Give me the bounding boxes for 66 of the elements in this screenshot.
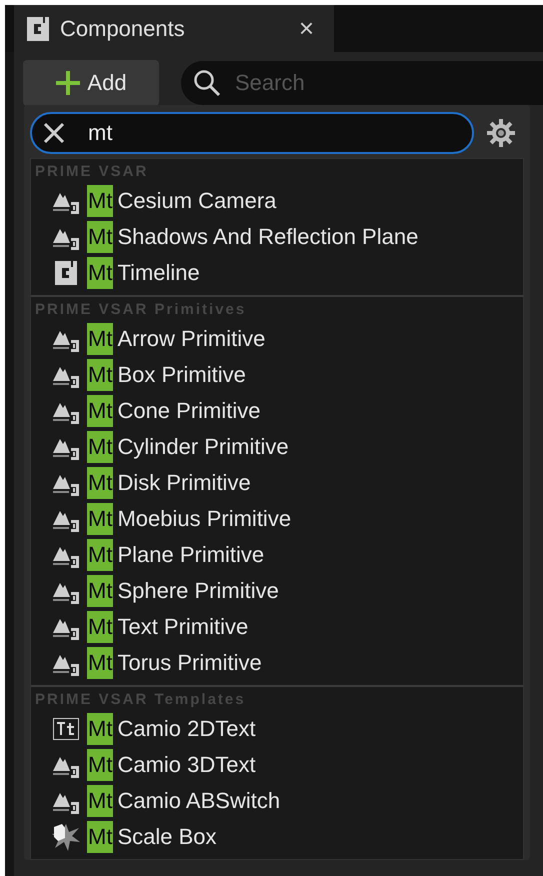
match-highlight: Mt: [87, 257, 114, 289]
match-highlight: Mt: [87, 785, 114, 817]
match-highlight: Mt: [87, 503, 114, 535]
item-label: Arrow Primitive: [117, 326, 266, 352]
item-label: Sphere Primitive: [117, 578, 279, 604]
component-item[interactable]: Mt Torus Primitive: [31, 645, 523, 681]
component-item[interactable]: Mt Sphere Primitive: [31, 573, 523, 609]
tab-title: Components: [60, 16, 186, 42]
item-label: Scale Box: [117, 824, 217, 850]
search-input[interactable]: Search: [233, 69, 543, 97]
component-item[interactable]: Mt Text Primitive: [31, 609, 523, 645]
match-highlight: Mt: [87, 647, 114, 679]
component-icon: [54, 260, 78, 286]
item-label: Cylinder Primitive: [117, 434, 289, 460]
close-button[interactable]: ×: [292, 13, 320, 44]
component-item[interactable]: Mt Arrow Primitive: [31, 321, 523, 357]
clear-icon[interactable]: [42, 120, 66, 144]
match-highlight: Mt: [87, 539, 114, 571]
search-icon: [193, 69, 221, 97]
match-highlight: Mt: [87, 713, 114, 745]
plus-icon: [55, 70, 82, 96]
match-highlight: Mt: [87, 323, 114, 355]
component-item[interactable]: Mt Timeline: [31, 255, 523, 291]
match-highlight: Mt: [87, 467, 114, 499]
component-item[interactable]: Mt Shadows And Reflection Plane: [31, 219, 523, 255]
component-item[interactable]: Mt Moebius Primitive: [31, 501, 523, 537]
match-highlight: Mt: [87, 611, 114, 643]
component-item[interactable]: Mt Camio 3DText: [31, 747, 523, 783]
component-item[interactable]: Mt Camio 2DText: [31, 711, 523, 747]
item-label: Camio 2DText: [117, 716, 256, 742]
text-icon: [53, 718, 79, 740]
component-item[interactable]: Mt Cone Primitive: [31, 393, 523, 429]
match-highlight: Mt: [87, 395, 114, 427]
item-label: Disk Primitive: [117, 470, 251, 496]
match-highlight: Mt: [87, 749, 114, 781]
component-item[interactable]: Mt Box Primitive: [31, 357, 523, 393]
match-highlight: Mt: [87, 359, 114, 391]
item-label: Torus Primitive: [117, 650, 262, 676]
component-item[interactable]: Mt Camio ABSwitch: [31, 783, 523, 819]
item-label: Box Primitive: [117, 362, 246, 388]
item-label: Cesium Camera: [117, 188, 276, 214]
match-highlight: Mt: [87, 821, 114, 853]
components-tab[interactable]: Components ×: [14, 5, 334, 52]
component-item[interactable]: Mt Plane Primitive: [31, 537, 523, 573]
match-highlight: Mt: [87, 575, 114, 607]
match-highlight: Mt: [87, 185, 114, 217]
scale-box-icon: [51, 822, 81, 852]
component-item[interactable]: Mt Cesium Camera: [31, 183, 523, 219]
filter-input[interactable]: mt: [86, 118, 472, 146]
filter-field[interactable]: mt: [30, 112, 474, 154]
item-label: Plane Primitive: [117, 542, 264, 568]
component-item[interactable]: Mt Disk Primitive: [31, 465, 523, 501]
component-item[interactable]: Mt Cylinder Primitive: [31, 429, 523, 465]
component-icon: [26, 16, 50, 42]
add-button[interactable]: Add: [23, 60, 159, 106]
item-label: Camio ABSwitch: [117, 788, 280, 814]
search-field[interactable]: Search: [181, 61, 543, 105]
item-label: Camio 3DText: [117, 752, 256, 778]
item-label: Cone Primitive: [117, 398, 260, 424]
item-label: Shadows And Reflection Plane: [117, 224, 418, 250]
match-highlight: Mt: [87, 431, 114, 463]
component-item[interactable]: Mt Scale Box: [31, 819, 523, 855]
item-label: Text Primitive: [117, 614, 248, 640]
item-label: Timeline: [117, 260, 200, 286]
item-label: Moebius Primitive: [117, 506, 292, 532]
match-highlight: Mt: [87, 221, 114, 253]
